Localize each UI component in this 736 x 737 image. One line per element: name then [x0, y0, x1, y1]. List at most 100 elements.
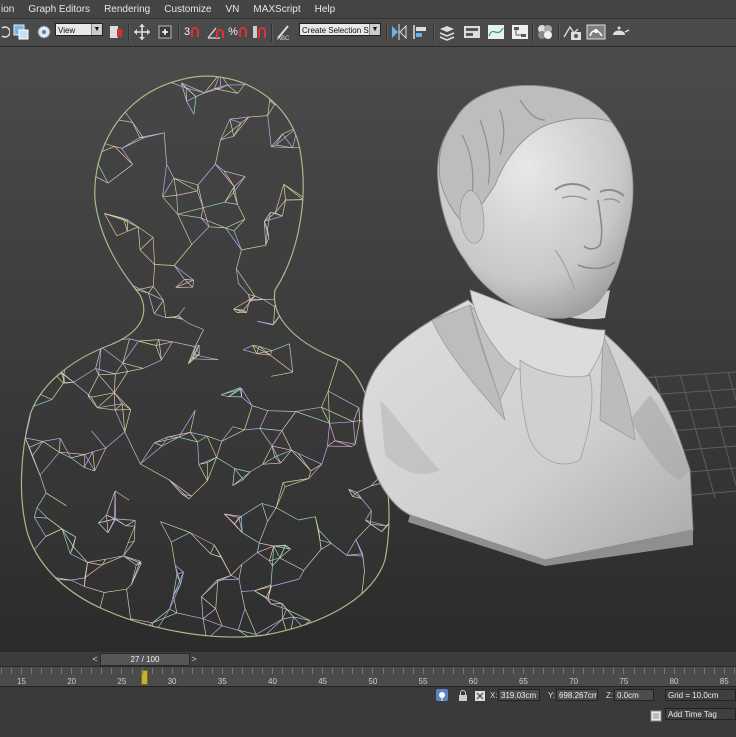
track-tick [664, 668, 665, 674]
time-slider-next-button[interactable]: > [189, 654, 199, 664]
track-tick [533, 668, 534, 674]
track-tick [583, 668, 584, 674]
y-coord-field[interactable]: 698.267cm [556, 689, 598, 701]
track-frame-label: 55 [419, 677, 428, 686]
material-editor-icon[interactable] [535, 22, 555, 42]
track-tick [613, 668, 614, 674]
menu-animation[interactable]: ion [0, 4, 21, 15]
select-and-move-icon[interactable] [132, 22, 152, 42]
perspective-viewport[interactable] [0, 47, 736, 652]
track-tick [121, 668, 122, 674]
track-tick [473, 668, 474, 674]
track-tick [342, 668, 343, 674]
track-tick [593, 668, 594, 674]
track-tick [483, 668, 484, 674]
x-coord-label: X: [490, 691, 498, 700]
track-tick [523, 668, 524, 674]
reference-coord-value: View [58, 26, 75, 35]
track-tick [463, 668, 464, 674]
track-tick [513, 668, 514, 674]
track-tick [644, 668, 645, 674]
track-tick [714, 668, 715, 674]
select-by-name-icon[interactable] [35, 22, 53, 42]
track-tick [734, 668, 735, 674]
track-tick [332, 668, 333, 674]
svg-text:ABC: ABC [277, 36, 290, 41]
menu-rendering[interactable]: Rendering [97, 4, 157, 15]
toggle-scene-explorer-icon[interactable] [462, 22, 482, 42]
z-coord-label: Z: [606, 691, 613, 700]
menu-help[interactable]: Help [308, 4, 343, 15]
time-slider-prev-button[interactable]: < [90, 654, 100, 664]
track-tick [704, 668, 705, 674]
add-time-tag-button[interactable]: Add Time Tag [665, 708, 736, 720]
track-tick [453, 668, 454, 674]
track-tick [302, 668, 303, 674]
track-tick [603, 668, 604, 674]
track-bar[interactable]: 152025303540455055606570758085 [0, 666, 736, 687]
select-and-manipulate-icon[interactable] [155, 22, 175, 42]
track-tick [272, 668, 273, 674]
track-frame-label: 40 [268, 677, 277, 686]
selection-lock-icon[interactable] [457, 689, 469, 701]
menu-vn[interactable]: VN [218, 4, 246, 15]
track-tick [252, 668, 253, 674]
menu-graph-editors[interactable]: Graph Editors [21, 4, 97, 15]
x-coord-field[interactable]: 319.03cm [498, 689, 540, 701]
percent-snap-icon[interactable]: % [228, 22, 248, 42]
track-tick [31, 668, 32, 674]
menu-maxscript[interactable]: MAXScript [246, 4, 307, 15]
align-icon[interactable] [411, 22, 431, 42]
time-tag-icon[interactable] [650, 709, 662, 721]
menu-customize[interactable]: Customize [157, 4, 218, 15]
snaps-toggle-icon[interactable]: 3 [182, 22, 202, 42]
layer-explorer-icon[interactable] [437, 22, 457, 42]
track-tick [172, 668, 173, 674]
track-tick [443, 668, 444, 674]
track-tick [724, 668, 725, 674]
track-frame-label: 15 [17, 677, 26, 686]
percent-label: % [228, 26, 238, 38]
z-coord-field[interactable]: 0.0cm [614, 689, 654, 701]
mirror-icon[interactable] [389, 22, 409, 42]
pivot-center-icon[interactable] [107, 22, 125, 42]
curve-editor-icon[interactable] [486, 22, 506, 42]
undo-icon[interactable] [0, 22, 10, 42]
track-tick [262, 668, 263, 674]
rendered-frame-window-icon[interactable] [585, 22, 607, 42]
track-tick [142, 668, 143, 674]
named-selection-set-select[interactable]: Create Selection Se ▼ [299, 23, 381, 36]
track-tick [684, 668, 685, 674]
time-slider-frame-display[interactable]: 27 / 100 [100, 653, 190, 666]
track-tick [694, 668, 695, 674]
reference-coord-select[interactable]: View ▼ [55, 23, 103, 36]
menu-bar: ion Graph Editors Rendering Customize VN… [0, 0, 736, 19]
spinner-snap-icon[interactable] [250, 22, 268, 42]
track-tick [563, 668, 564, 674]
grid-size-display: Grid = 10.0cm [665, 689, 736, 701]
edit-named-selection-icon[interactable]: ABC [274, 22, 294, 42]
track-tick [51, 668, 52, 674]
track-tick [282, 668, 283, 674]
isolate-selection-icon[interactable] [436, 689, 448, 701]
chevron-down-icon: ▼ [369, 24, 380, 35]
absolute-mode-icon[interactable] [474, 689, 486, 701]
track-frame-label: 65 [519, 677, 528, 686]
render-production-icon[interactable] [609, 22, 631, 42]
select-object-icon[interactable] [12, 22, 30, 42]
angle-snap-icon[interactable] [205, 22, 225, 42]
track-tick [202, 668, 203, 674]
render-setup-icon[interactable] [561, 22, 583, 42]
track-tick [101, 668, 102, 674]
track-tick [132, 668, 133, 674]
track-frame-label: 35 [218, 677, 227, 686]
track-tick [11, 668, 12, 674]
track-tick [433, 668, 434, 674]
time-slider[interactable]: < 27 / 100 > [0, 652, 736, 666]
status-bar: X: 319.03cm Y: 698.267cm Z: 0.0cm Grid =… [0, 686, 736, 737]
track-tick [292, 668, 293, 674]
track-tick [232, 668, 233, 674]
schematic-view-icon[interactable] [510, 22, 530, 42]
track-tick [1, 668, 2, 674]
track-tick [503, 668, 504, 674]
